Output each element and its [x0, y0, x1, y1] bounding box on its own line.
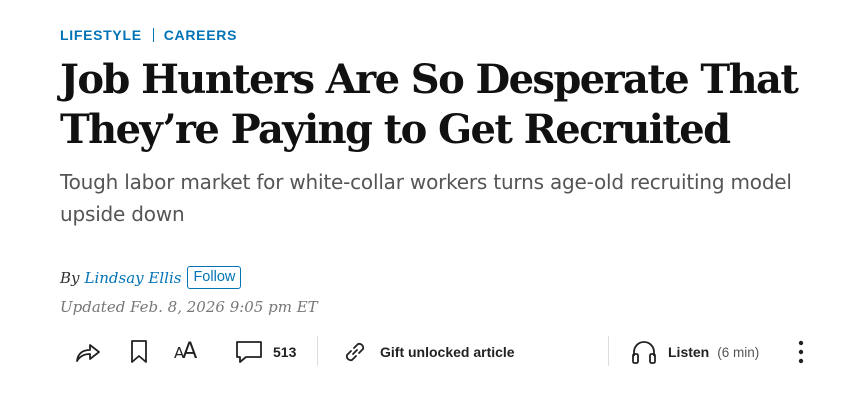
- breadcrumb-separator: [152, 28, 154, 42]
- toolbar-divider: [608, 336, 609, 366]
- article-toolbar: AA 513 Gift unlocked article Listen (6 m…: [60, 333, 830, 371]
- article-timestamp: Updated Feb. 8, 2026 9:05 pm ET: [60, 298, 318, 316]
- listen-button[interactable]: Listen (6 min): [630, 333, 759, 371]
- follow-button[interactable]: Follow: [187, 266, 242, 289]
- listen-label: Listen: [668, 344, 710, 360]
- listen-duration: (6 min): [717, 344, 760, 360]
- byline-prefix: By: [60, 268, 80, 287]
- share-button[interactable]: [74, 333, 102, 371]
- more-options-button[interactable]: [797, 333, 805, 371]
- section-breadcrumb: LIFESTYLE CAREERS: [60, 27, 237, 43]
- article-dek: Tough labor market for white-collar work…: [60, 170, 792, 226]
- bookmark-icon: [130, 339, 148, 365]
- headphones-icon: [630, 339, 658, 365]
- share-icon: [74, 340, 102, 364]
- save-article-button[interactable]: [130, 333, 148, 371]
- comment-count: 513: [273, 344, 297, 360]
- comment-icon: [235, 340, 263, 364]
- text-size-icon: AA: [174, 339, 197, 364]
- section-link-careers[interactable]: CAREERS: [164, 27, 237, 43]
- gift-article-label: Gift unlocked article: [380, 344, 515, 360]
- gift-article-button[interactable]: Gift unlocked article: [341, 333, 515, 371]
- more-vertical-icon: [797, 339, 805, 365]
- text-size-button[interactable]: AA: [174, 333, 197, 371]
- toolbar-divider: [317, 336, 318, 366]
- article-headline: Job Hunters Are So Desperate That They’r…: [60, 56, 799, 153]
- comments-button[interactable]: 513: [235, 333, 296, 371]
- byline: By Lindsay Ellis Follow: [60, 266, 242, 289]
- link-icon: [341, 338, 369, 366]
- section-link-lifestyle[interactable]: LIFESTYLE: [60, 27, 142, 43]
- author-link[interactable]: Lindsay Ellis: [85, 269, 182, 287]
